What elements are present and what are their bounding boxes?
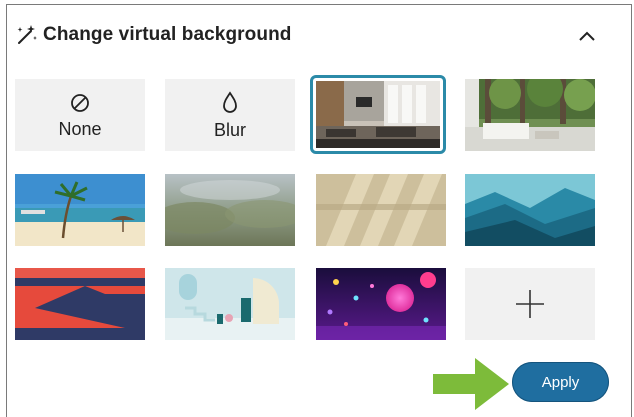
panel-title: Change virtual background bbox=[43, 24, 292, 45]
add-background-tile[interactable] bbox=[465, 268, 595, 340]
apply-button[interactable]: Apply bbox=[512, 362, 609, 402]
none-option-label: None bbox=[58, 118, 102, 139]
chevron-up-icon[interactable] bbox=[573, 23, 601, 49]
pointer-arrow-icon bbox=[431, 356, 511, 412]
selection-ring bbox=[310, 75, 446, 154]
magic-wand-icon bbox=[16, 24, 38, 46]
plus-icon bbox=[513, 287, 547, 321]
background-pastel-architecture[interactable] bbox=[165, 268, 295, 340]
blur-option-tile[interactable]: Blur bbox=[165, 79, 295, 151]
background-blurred-landscape[interactable] bbox=[165, 174, 295, 246]
background-window-shadows[interactable] bbox=[316, 174, 446, 246]
panel-header: Change virtual background bbox=[7, 5, 631, 61]
prohibit-icon bbox=[68, 91, 92, 115]
background-living-room-forest[interactable] bbox=[465, 79, 595, 151]
background-red-zigzag[interactable] bbox=[15, 268, 145, 340]
none-option-tile[interactable]: None bbox=[15, 79, 145, 151]
virtual-background-panel: Change virtual background None Blur bbox=[6, 4, 632, 417]
droplet-icon bbox=[218, 90, 242, 116]
background-blue-mountains[interactable] bbox=[465, 174, 595, 246]
background-beach-palm[interactable] bbox=[15, 174, 145, 246]
blur-option-label: Blur bbox=[213, 119, 246, 140]
background-neon-bokeh[interactable] bbox=[316, 268, 446, 340]
